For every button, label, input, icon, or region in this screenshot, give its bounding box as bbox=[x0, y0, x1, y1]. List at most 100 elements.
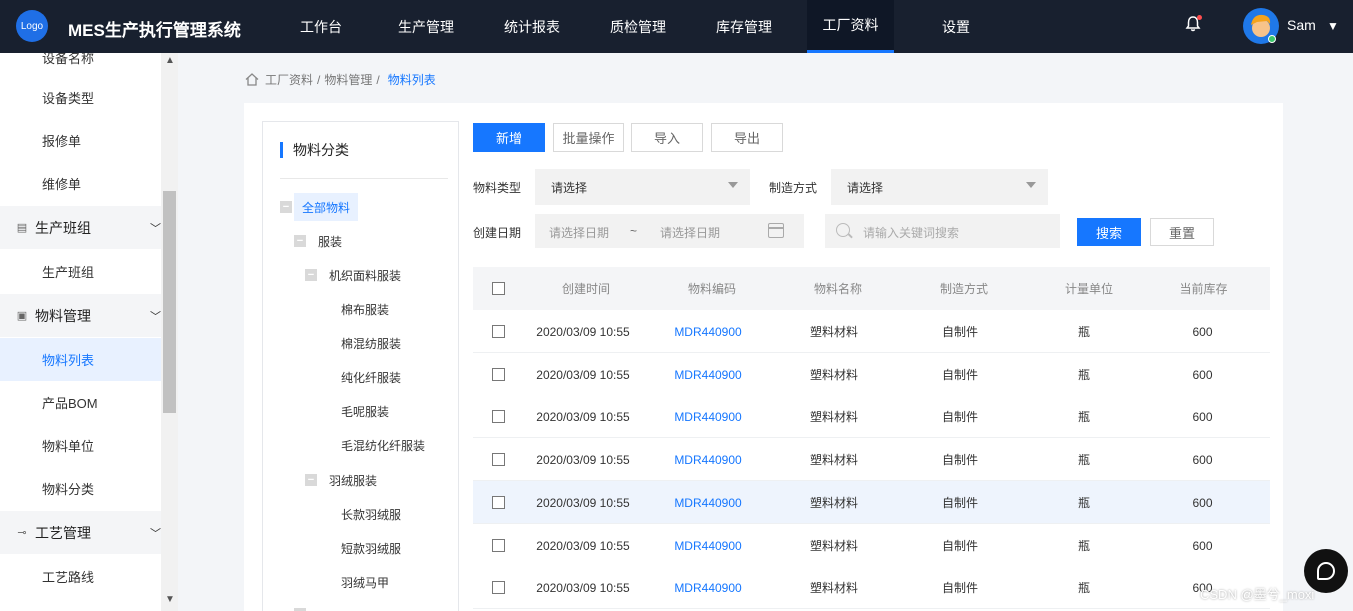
tree-node-down-vest[interactable]: 羽绒马甲 bbox=[341, 568, 389, 596]
tree-node-more[interactable]: − bbox=[294, 600, 318, 611]
calendar-icon[interactable] bbox=[768, 223, 784, 238]
export-button[interactable]: 导出 bbox=[711, 123, 783, 152]
tree-node-long-down[interactable]: 长款羽绒服 bbox=[341, 500, 401, 528]
table-row[interactable]: 2020/03/09 10:55 MDR440900 塑料材料 自制件 瓶 60… bbox=[473, 310, 1270, 353]
cell-material-code-link[interactable]: MDR440900 bbox=[645, 481, 771, 524]
sidebar-item-equipment-type[interactable]: 设备类型 bbox=[0, 76, 161, 119]
cell-material-code-link[interactable]: MDR440900 bbox=[645, 310, 771, 353]
collapse-icon[interactable]: − bbox=[305, 269, 317, 281]
table-row-hovered[interactable]: 2020/03/09 10:55 MDR440900 塑料材料 自制件 瓶 60… bbox=[473, 481, 1270, 524]
row-checkbox[interactable] bbox=[491, 581, 505, 594]
chat-bubble-button[interactable] bbox=[1304, 549, 1348, 593]
scroll-down-icon[interactable]: ▼ bbox=[165, 594, 175, 605]
tree-node-cotton[interactable]: 棉布服装 bbox=[341, 295, 389, 323]
batch-operation-button[interactable]: 批量操作 bbox=[553, 123, 624, 152]
material-type-select[interactable]: 请选择 bbox=[535, 169, 750, 205]
sidebar-scrollbar[interactable]: ▲ ▼ bbox=[161, 53, 178, 611]
tree-node-label[interactable]: 全部物料 bbox=[294, 193, 359, 221]
manufacture-method-select[interactable]: 请选择 bbox=[831, 169, 1048, 205]
user-name[interactable]: Sam bbox=[1287, 17, 1316, 33]
online-status-dot bbox=[1268, 35, 1276, 43]
home-icon[interactable] bbox=[245, 73, 259, 86]
tree-node-synthetic[interactable]: 纯化纤服装 bbox=[341, 363, 401, 391]
start-date-input[interactable]: 请选择日期 bbox=[549, 224, 609, 241]
tree-node-wool-blend[interactable]: 毛混纺化纤服装 bbox=[341, 431, 425, 459]
breadcrumb-item[interactable]: 物料管理 bbox=[324, 71, 372, 88]
scroll-thumb[interactable] bbox=[163, 191, 176, 413]
cell-created-time: 2020/03/09 10:55 bbox=[536, 580, 630, 595]
row-checkbox-cell[interactable] bbox=[473, 438, 523, 481]
row-checkbox[interactable] bbox=[491, 325, 505, 338]
cell-stock: 600 bbox=[1192, 324, 1213, 339]
tree-node-clothing[interactable]: − 服装 bbox=[294, 227, 342, 255]
tree-node-wool[interactable]: 毛呢服装 bbox=[341, 397, 389, 425]
row-checkbox-cell[interactable] bbox=[473, 566, 523, 609]
tree-node-cotton-blend[interactable]: 棉混纺服装 bbox=[341, 329, 401, 357]
sidebar-group-process-management[interactable]: ⊸ 工艺管理 ﹀ bbox=[0, 511, 161, 554]
nav-reports[interactable]: 统计报表 bbox=[494, 0, 570, 53]
sidebar-item-production-team[interactable]: 生产班组 bbox=[0, 250, 161, 293]
collapse-icon[interactable]: − bbox=[280, 201, 292, 213]
sidebar-item-product-bom[interactable]: 产品BOM bbox=[0, 381, 161, 424]
collapse-icon[interactable]: − bbox=[294, 235, 306, 247]
row-checkbox-cell[interactable] bbox=[473, 353, 523, 396]
sidebar-item-material-list[interactable]: 物料列表 bbox=[0, 338, 161, 381]
table-row[interactable]: 2020/03/09 10:55 MDR440900 塑料材料 自制件 瓶 60… bbox=[473, 353, 1270, 396]
row-checkbox[interactable] bbox=[491, 453, 505, 466]
row-checkbox-cell[interactable] bbox=[473, 310, 523, 353]
tree-node-woven[interactable]: − 机织面料服装 bbox=[305, 261, 401, 289]
table-row[interactable]: 2020/03/09 10:55 MDR440900 塑料材料 自制件 瓶 60… bbox=[473, 395, 1270, 438]
logo[interactable]: Logo bbox=[16, 10, 48, 42]
add-button[interactable]: 新增 bbox=[473, 123, 545, 152]
reset-button[interactable]: 重置 bbox=[1150, 218, 1214, 246]
sidebar-item-material-unit[interactable]: 物料单位 bbox=[0, 424, 161, 467]
keyword-search-input[interactable]: 请输入关键词搜索 bbox=[825, 214, 1060, 248]
sidebar-item-repair-request[interactable]: 报修单 bbox=[0, 119, 161, 162]
nav-inventory[interactable]: 库存管理 bbox=[706, 0, 782, 53]
select-all-checkbox-cell[interactable] bbox=[473, 267, 523, 310]
nav-quality[interactable]: 质检管理 bbox=[600, 0, 676, 53]
nav-factory-data[interactable]: 工厂资料 bbox=[807, 0, 894, 53]
row-checkbox-cell[interactable] bbox=[473, 395, 523, 438]
collapse-icon[interactable]: − bbox=[305, 474, 317, 486]
cell-material-code-link[interactable]: MDR440900 bbox=[645, 395, 771, 438]
row-checkbox[interactable] bbox=[491, 539, 505, 552]
cell-material-code-link[interactable]: MDR440900 bbox=[645, 524, 771, 567]
row-checkbox-cell[interactable] bbox=[473, 524, 523, 567]
cell-created-time: 2020/03/09 10:55 bbox=[536, 324, 630, 339]
end-date-input[interactable]: 请选择日期 bbox=[660, 224, 720, 241]
search-button[interactable]: 搜索 bbox=[1077, 218, 1141, 246]
row-checkbox[interactable] bbox=[491, 410, 505, 423]
sidebar-group-production-team[interactable]: ▤ 生产班组 ﹀ bbox=[0, 206, 161, 249]
select-all-checkbox[interactable] bbox=[491, 282, 505, 295]
table-row[interactable]: 2020/03/09 10:55 MDR440900 塑料材料 自制件 瓶 60… bbox=[473, 524, 1270, 567]
table-row[interactable]: 2020/03/09 10:55 MDR440900 塑料材料 自制件 瓶 60… bbox=[473, 566, 1270, 609]
table-row[interactable]: 2020/03/09 10:55 MDR440900 塑料材料 自制件 瓶 60… bbox=[473, 438, 1270, 481]
date-range-picker[interactable]: 请选择日期 ~ 请选择日期 bbox=[535, 214, 804, 248]
bell-icon[interactable] bbox=[1184, 15, 1204, 35]
sidebar-item-repair-order[interactable]: 维修单 bbox=[0, 162, 161, 205]
sidebar-item-label: 工艺路线 bbox=[42, 570, 95, 585]
row-checkbox[interactable] bbox=[491, 368, 505, 381]
import-button[interactable]: 导入 bbox=[631, 123, 703, 152]
tree-node-short-down[interactable]: 短款羽绒服 bbox=[341, 534, 401, 562]
sidebar-item-material-category[interactable]: 物料分类 bbox=[0, 467, 161, 510]
nav-workbench[interactable]: 工作台 bbox=[284, 0, 358, 53]
tree-node-all[interactable]: − 全部物料 bbox=[280, 193, 359, 221]
tree-node-down[interactable]: − 羽绒服装 bbox=[305, 466, 377, 494]
sidebar-group-material-management[interactable]: ▣ 物料管理 ﹀ bbox=[0, 294, 161, 337]
row-checkbox[interactable] bbox=[491, 496, 505, 509]
caret-down-icon[interactable]: ▼ bbox=[1327, 19, 1339, 33]
cell-material-code-link[interactable]: MDR440900 bbox=[645, 353, 771, 396]
caret-down-icon bbox=[1026, 182, 1036, 188]
cell-material-code-link[interactable]: MDR440900 bbox=[645, 438, 771, 481]
sidebar-item-process-route[interactable]: 工艺路线 bbox=[0, 555, 161, 598]
cell-material-code-link[interactable]: MDR440900 bbox=[645, 566, 771, 609]
nav-production[interactable]: 生产管理 bbox=[388, 0, 464, 53]
nav-settings[interactable]: 设置 bbox=[920, 0, 992, 53]
tree-node-label: 毛呢服装 bbox=[341, 404, 390, 419]
breadcrumb-item[interactable]: 工厂资料 bbox=[265, 71, 313, 88]
select-value: 请选择 bbox=[551, 180, 588, 195]
scroll-up-icon[interactable]: ▲ bbox=[165, 55, 175, 66]
row-checkbox-cell[interactable] bbox=[473, 481, 523, 524]
